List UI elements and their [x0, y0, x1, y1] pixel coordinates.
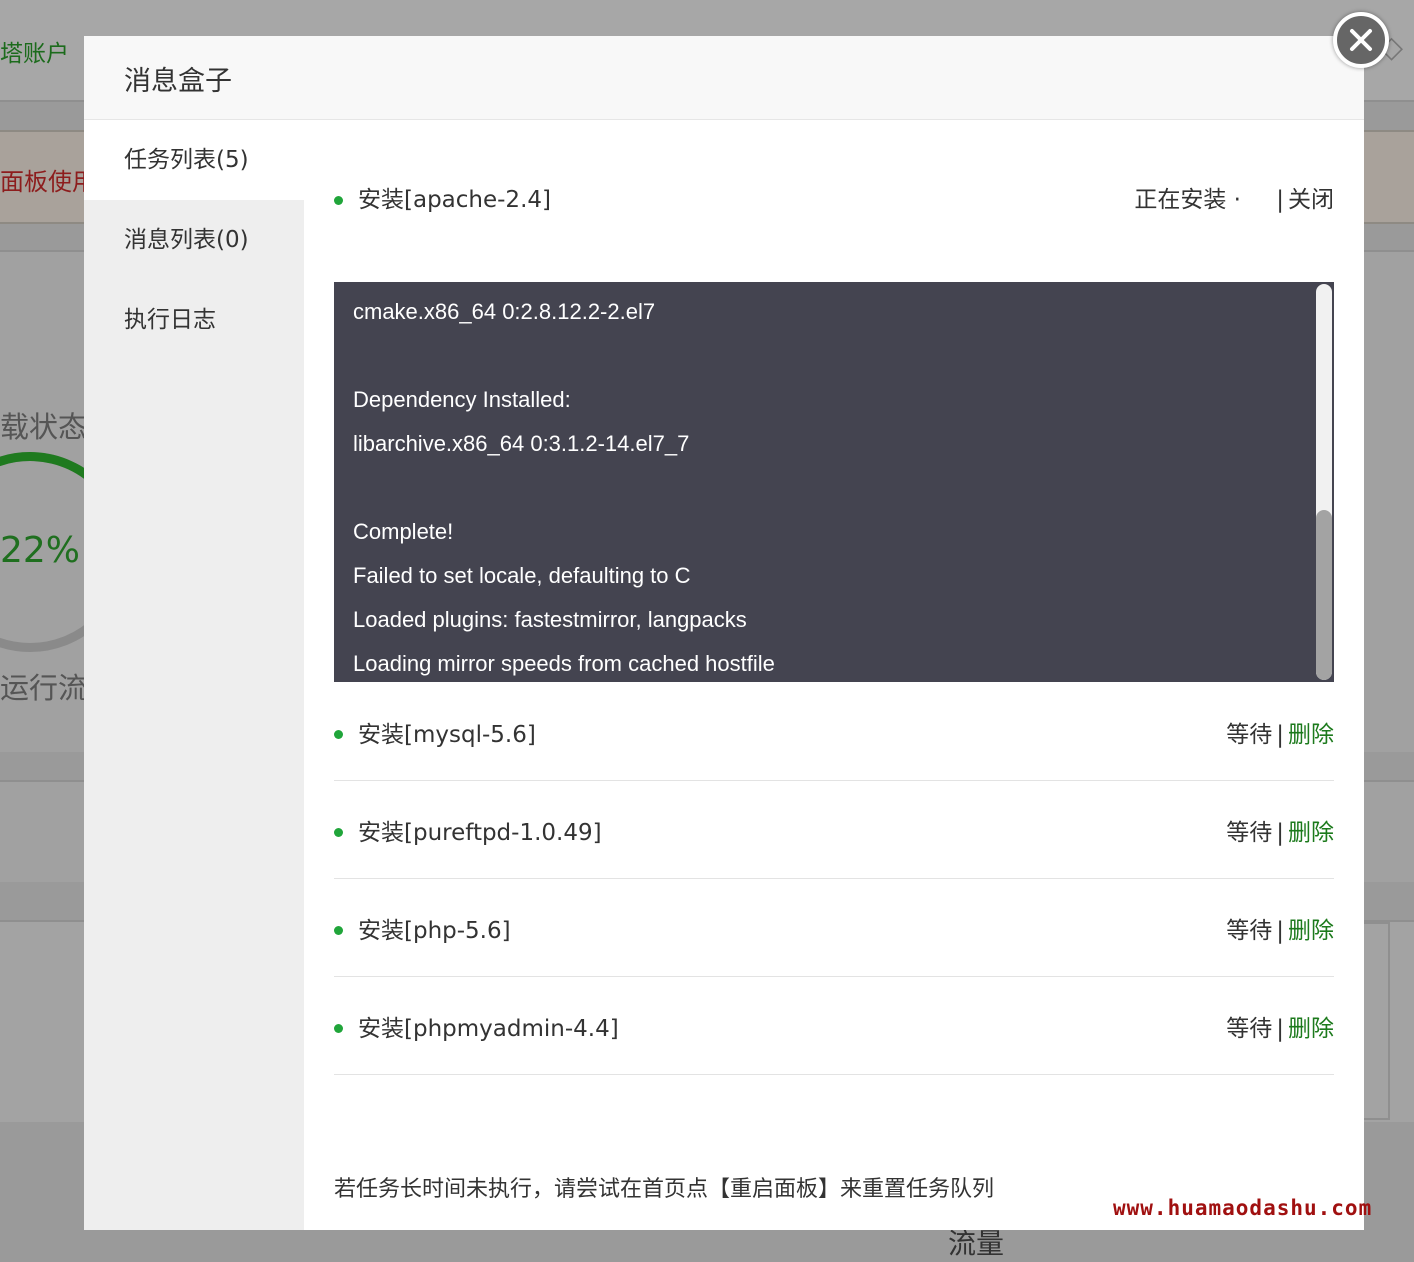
sidebar-item-label: 任务列表(5) — [124, 147, 249, 173]
dialog-title: 消息盒子 — [124, 66, 232, 97]
bg-status-title: 载状态 — [0, 410, 88, 444]
separator: | — [1276, 1016, 1284, 1042]
separator: | — [1276, 722, 1284, 748]
task-row-current: 安装[apache-2.4] 正在安装 · | 关闭 — [334, 172, 1334, 282]
task-status-text: 等待 — [1226, 1016, 1273, 1042]
task-status-text: 等待 — [1226, 722, 1273, 748]
delete-task-link[interactable]: 删除 — [1288, 1016, 1334, 1042]
install-log-console[interactable]: cmake.x86_64 0:2.8.12.2-2.el7 Dependency … — [334, 282, 1334, 682]
task-name: 安装[apache-2.4] — [358, 187, 551, 213]
console-line: Failed to set locale, defaulting to C — [353, 563, 691, 588]
console-lines: cmake.x86_64 0:2.8.12.2-2.el7 Dependency … — [353, 290, 1303, 682]
sidebar-item-task-list[interactable]: 任务列表(5) — [84, 120, 304, 200]
dialog-header: 消息盒子 — [84, 36, 1364, 120]
task-row: 安装[mysql-5.6] 等待 | 删除 — [334, 683, 1334, 781]
sidebar-item-label: 执行日志 — [124, 307, 216, 333]
console-scrollbar-thumb[interactable] — [1316, 510, 1332, 680]
task-row: 安装[pureftpd-1.0.49] 等待 | 删除 — [334, 781, 1334, 879]
bg-account-label: 塔账户 — [0, 41, 69, 67]
task-status: 等待 | 删除 — [1226, 1009, 1334, 1043]
message-box-dialog: 消息盒子 任务列表(5) 消息列表(0) 执行日志 安装[apache-2.4]… — [84, 36, 1364, 1230]
task-status: 等待 | 删除 — [1226, 813, 1334, 847]
status-dot-icon — [334, 828, 343, 837]
task-list-panel: 安装[apache-2.4] 正在安装 · | 关闭 cmake.x86_64 0… — [334, 120, 1334, 1230]
status-dot-icon — [334, 1024, 343, 1033]
task-status: 等待 | 删除 — [1226, 715, 1334, 749]
task-name: 安装[phpmyadmin-4.4] — [358, 1016, 619, 1042]
dialog-sidebar: 任务列表(5) 消息列表(0) 执行日志 — [84, 120, 304, 1230]
delete-task-link[interactable]: 删除 — [1288, 722, 1334, 748]
console-line: Loaded plugins: fastestmirror, langpacks — [353, 607, 747, 632]
task-status-text: 正在安装 · — [1134, 187, 1241, 213]
sidebar-item-message-list[interactable]: 消息列表(0) — [84, 200, 304, 280]
console-line: libarchive.x86_64 0:3.1.2-14.el7_7 — [353, 431, 690, 456]
status-dot-icon — [334, 196, 343, 205]
watermark: www.huamaodashu.com — [1113, 1196, 1373, 1220]
task-row: 安装[php-5.6] 等待 | 删除 — [334, 879, 1334, 977]
console-line: Loading mirror speeds from cached hostfi… — [353, 651, 775, 676]
task-status: 正在安装 · | 关闭 — [1134, 180, 1334, 214]
status-dot-icon — [334, 926, 343, 935]
task-name: 安装[php-5.6] — [358, 918, 511, 944]
separator: | — [1276, 918, 1284, 944]
separator: | — [1276, 187, 1284, 213]
delete-task-link[interactable]: 删除 — [1288, 918, 1334, 944]
task-queue-hint: 若任务长时间未执行，请尝试在首页点【重启面板】来重置任务队列 — [334, 1177, 995, 1202]
delete-task-link[interactable]: 删除 — [1288, 820, 1334, 846]
bg-gauge-percent: 22% — [0, 530, 81, 571]
task-status: 等待 | 删除 — [1226, 911, 1334, 945]
close-icon — [1350, 29, 1372, 51]
close-task-link[interactable]: 关闭 — [1288, 187, 1334, 213]
status-dot-icon — [334, 730, 343, 739]
task-row: 安装[phpmyadmin-4.4] 等待 | 删除 — [334, 977, 1334, 1075]
console-line: Dependency Installed: — [353, 387, 571, 412]
sidebar-item-label: 消息列表(0) — [124, 227, 249, 253]
task-status-text: 等待 — [1226, 820, 1273, 846]
console-line: Complete! — [353, 519, 454, 544]
task-status-text: 等待 — [1226, 918, 1273, 944]
separator: | — [1276, 820, 1284, 846]
sidebar-item-exec-log[interactable]: 执行日志 — [84, 280, 304, 360]
task-name: 安装[mysql-5.6] — [358, 722, 536, 748]
console-line: cmake.x86_64 0:2.8.12.2-2.el7 — [353, 299, 656, 324]
close-dialog-button[interactable] — [1333, 12, 1389, 68]
task-name: 安装[pureftpd-1.0.49] — [358, 820, 602, 846]
bg-alert-text: 面板使用 — [0, 168, 96, 196]
